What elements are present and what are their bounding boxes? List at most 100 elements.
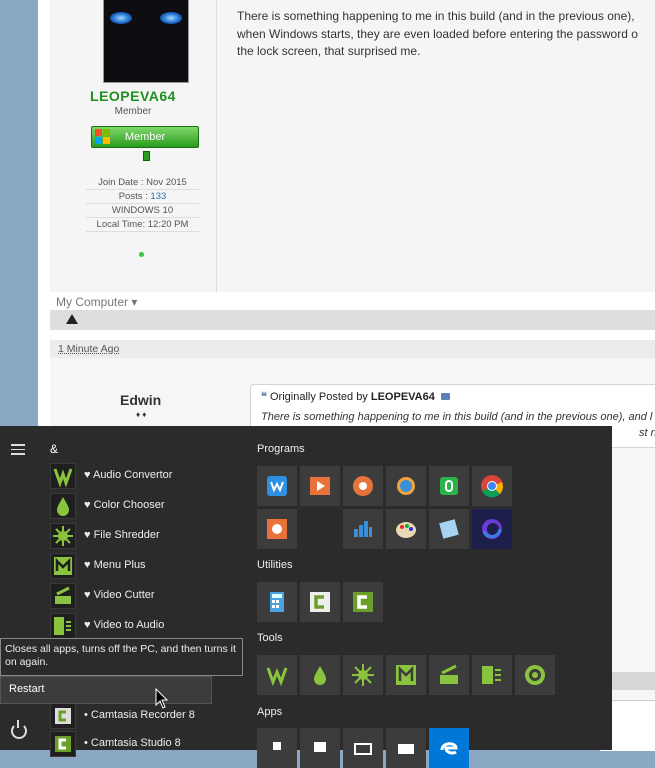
camtasia-recorder-icon [50,703,76,729]
member-badge: Member [91,126,199,148]
video-cutter-tile-icon[interactable] [429,655,469,695]
settings-app-tile-icon[interactable] [343,466,383,506]
movies-tile-icon[interactable] [386,728,426,768]
calculator-tile-icon[interactable] [257,582,297,622]
post-count-link[interactable]: 133 [150,191,166,202]
section-header-tools[interactable]: Tools [257,632,283,644]
camtasia-recorder-tile-icon[interactable] [300,582,340,622]
post-line: There is something happening to me in th… [237,9,635,23]
power-icon[interactable] [11,723,27,739]
edge-tile-icon[interactable] [429,728,469,768]
quote-prefix: Originally Posted by [269,391,371,403]
local-time: Local Time: 12:20 PM [86,218,199,232]
empty-tile-slot [300,509,340,549]
menu-plus-icon [50,553,76,579]
chrome-tile-icon[interactable] [472,466,512,506]
avatar-eye-right [160,12,182,24]
user-role: Member [114,106,152,117]
app-group-header[interactable]: & [50,442,58,456]
browser-globe-tile-icon[interactable] [386,466,426,506]
app-list-item[interactable]: ♥ Menu Plus [50,553,250,579]
user-os: WINDOWS 10 [86,204,199,218]
forum-post: LEOPEVA64 Member Member Join Date : Nov … [50,0,655,292]
section-header-apps[interactable]: Apps [257,706,282,718]
post-timestamp[interactable]: 1 Minute Ago [58,343,119,355]
reputation-bar-icon [143,151,150,161]
file-shredder-tile-icon[interactable] [343,655,383,695]
section-header-utilities[interactable]: Utilities [257,559,292,571]
username-link[interactable]: Edwin [120,392,161,408]
app-label: ♥ Audio Convertor [84,469,173,481]
app-label: • Camtasia Recorder 8 [84,709,195,721]
windows-logo-icon [95,129,111,145]
mouse-cursor-icon [155,688,169,709]
post-line: when Windows starts, they are even loade… [237,26,638,41]
wps-writer-tile-icon[interactable] [257,466,297,506]
camtasia-studio-tile-icon[interactable] [343,582,383,622]
file-shredder-icon [50,523,76,549]
post-count: Posts : 133 [86,190,199,204]
video-cutter-icon [50,583,76,609]
camtasia-studio-icon [50,731,76,757]
quote-text-2: st night l [639,427,655,439]
color-chooser-icon [50,493,76,519]
disc-tile-icon[interactable] [515,655,555,695]
color-chooser-tile-icon[interactable] [300,655,340,695]
report-warning-icon[interactable] [66,314,78,324]
media-player-tile-icon[interactable] [300,466,340,506]
store-tile-icon[interactable] [300,728,340,768]
quote-header: ❝ Originally Posted by LEOPEVA64 [261,390,450,403]
quote-line: There is something happening to me in th… [261,411,653,423]
app-list-item[interactable]: ♥ Video to Audio [50,613,250,639]
view-post-icon[interactable] [440,393,450,400]
apps-tile-icon[interactable] [257,728,297,768]
audio-convertor-tile-icon[interactable] [257,655,297,695]
restart-label: Restart [9,683,45,695]
post-action-bar [50,310,655,330]
post-line: the lock screen, that surprised me. [237,44,421,58]
app-label: ♥ Video Cutter [84,589,155,601]
video-to-audio-tile-icon[interactable] [472,655,512,695]
app-label: ♥ Menu Plus [84,559,146,571]
online-status-icon [139,252,144,257]
photos-tile-icon[interactable] [343,728,383,768]
post-header-bar: 1 Minute Ago [50,340,655,358]
app-list-item[interactable]: ♥ Video Cutter [50,583,250,609]
green-app-tile-icon[interactable] [429,466,469,506]
menu-plus-tile-icon[interactable] [386,655,426,695]
app-list-item[interactable]: ♥ File Shredder [50,523,250,549]
join-date: Join Date : Nov 2015 [86,176,199,190]
my-computer-label: My Computer [56,295,129,309]
puzzle-app-tile-icon[interactable] [343,509,383,549]
username-link[interactable]: LEOPEVA64 [50,88,216,104]
quote-text: There is something happening to me in th… [261,411,652,423]
orange-app-tile-icon[interactable] [257,509,297,549]
user-rank-icon: ♦ ♦ [136,410,147,419]
post-body: There is something happening to me in th… [237,8,655,61]
app-list-item[interactable]: ♥ Audio Convertor [50,463,250,489]
document-app-tile-icon[interactable] [429,509,469,549]
user-stats: Join Date : Nov 2015 Posts : 133 WINDOWS… [86,176,199,232]
restart-menu-item[interactable]: Restart [0,676,212,704]
app-label: ♥ Video to Audio [84,619,165,631]
hamburger-menu-icon[interactable] [11,444,25,458]
audio-convertor-icon [50,463,76,489]
app-label: • Camtasia Studio 8 [84,737,181,749]
quote-author: LEOPEVA64 [370,391,435,403]
firefox-tile-icon[interactable] [472,509,512,549]
section-header-programs[interactable]: Programs [257,443,305,455]
video-to-audio-icon [50,613,76,639]
paint-palette-tile-icon[interactable] [386,509,426,549]
post-count-label: Posts : [118,191,151,202]
restart-tooltip: Closes all apps, turns off the PC, and t… [0,638,243,676]
app-label: ♥ File Shredder [84,529,160,541]
avatar-eye-left [110,12,132,24]
app-list-item[interactable]: • Camtasia Studio 8 [50,731,250,757]
user-profile-panel: LEOPEVA64 Member Member Join Date : Nov … [50,0,217,292]
app-list-item[interactable]: • Camtasia Recorder 8 [50,703,250,729]
member-badge-label: Member [124,131,166,143]
my-computer-dropdown[interactable]: My Computer ▾ [56,295,137,309]
user-avatar[interactable] [103,0,189,83]
app-list-item[interactable]: ♥ Color Chooser [50,493,250,519]
quote-icon: ❝ [261,391,267,403]
